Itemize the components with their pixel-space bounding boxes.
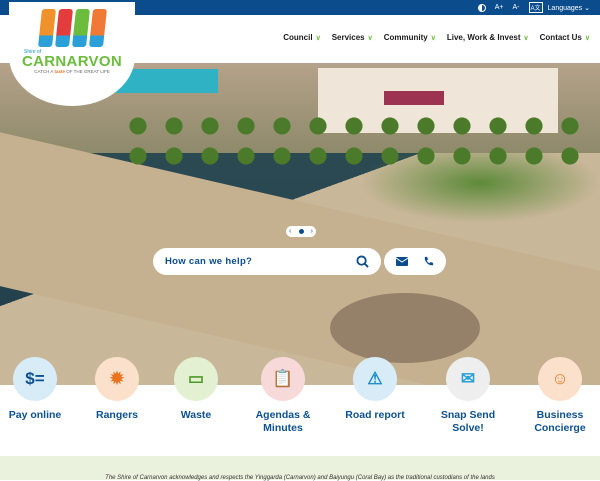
quick-link-glyph: ✹	[109, 369, 125, 388]
quick-link-snap-send-solve[interactable]: ✉ Snap Send Solve!	[428, 357, 508, 435]
nav-services[interactable]: Services ∨	[332, 33, 373, 42]
languages-dropdown[interactable]: Languages ⌄	[548, 4, 590, 12]
search-placeholder: How can we help?	[165, 256, 253, 267]
quick-link-glyph: ✉	[460, 369, 476, 388]
main-nav: Council ∨ Services ∨ Community ∨ Live, Work…	[283, 33, 590, 42]
chevron-down-icon: ∨	[430, 35, 436, 42]
quick-link-icon: ▭	[174, 357, 218, 401]
hero-banner: ‹ › How can we help?	[0, 63, 600, 385]
quick-link-label: Business Concierge	[534, 409, 586, 434]
slider-next-button[interactable]: ›	[311, 228, 313, 235]
nav-council[interactable]: Council ∨	[283, 33, 320, 42]
nav-label: Contact Us	[539, 33, 582, 42]
nav-community[interactable]: Community ∨	[384, 33, 436, 42]
contact-buttons	[384, 248, 446, 275]
nav-label: Community	[383, 33, 428, 42]
quick-link-business-concierge[interactable]: ☺ Business Concierge	[520, 357, 600, 435]
chevron-down-icon: ∨	[367, 35, 373, 42]
nav-label: Services	[331, 33, 365, 42]
hero-photo-shallows	[330, 293, 480, 363]
quick-link-icon: $=	[13, 357, 57, 401]
acknowledgement-text: The Shire of Carnarvon acknowledges and …	[0, 456, 600, 481]
font-increase-button[interactable]: A+	[495, 4, 504, 11]
quick-link-glyph: ⚠	[367, 369, 383, 388]
languages-label: Languages	[547, 4, 583, 12]
phone-icon[interactable]	[423, 256, 434, 267]
quick-link-icon: ☺	[538, 357, 582, 401]
chevron-down-icon: ∨	[584, 35, 590, 42]
site-logo[interactable]: Shire of CARNARVON CATCH A taste OF THE …	[9, 2, 135, 106]
quick-link-glyph: ☺	[551, 369, 569, 388]
logo-graphic	[9, 9, 135, 47]
quick-links: $= Pay online ✹ Rangers ▭ Waste 📋 Agendas & Minu…	[0, 357, 600, 457]
hero-photo-palms	[120, 111, 580, 171]
slider-controls: ‹ ›	[286, 226, 316, 237]
quick-link-label: Pay online	[8, 409, 62, 421]
nav-label: Live, Work & Invest	[446, 33, 521, 42]
slider-prev-button[interactable]: ‹	[289, 228, 291, 235]
search-input[interactable]: How can we help?	[153, 248, 381, 275]
quick-link-icon: ⚠	[353, 357, 397, 401]
quick-link-label: Rangers	[95, 409, 138, 421]
slider-dot-active[interactable]	[298, 229, 304, 234]
search-icon[interactable]	[356, 255, 369, 268]
chevron-down-icon: ∨	[523, 35, 529, 42]
email-icon[interactable]	[395, 256, 408, 267]
quick-link-pay-online[interactable]: $= Pay online	[0, 357, 75, 422]
nav-label: Council	[283, 33, 313, 42]
quick-link-glyph: ▭	[187, 369, 205, 388]
quick-link-label: Road report	[345, 409, 405, 421]
quick-link-label: Agendas & Minutes	[255, 409, 311, 434]
nav-contact-us[interactable]: Contact Us ∨	[540, 33, 590, 42]
quick-link-glyph: 📋	[272, 369, 294, 388]
translate-icon[interactable]: A文	[528, 2, 543, 13]
font-decrease-button[interactable]: A-	[513, 4, 520, 11]
contrast-toggle-icon[interactable]	[477, 3, 486, 12]
quick-link-road-report[interactable]: ⚠ Road report	[335, 357, 415, 422]
quick-link-icon: 📋	[261, 357, 305, 401]
quick-link-icon: ✉	[446, 357, 490, 401]
quick-link-agendas-minutes[interactable]: 📋 Agendas & Minutes	[243, 357, 323, 435]
quick-link-rangers[interactable]: ✹ Rangers	[77, 357, 157, 422]
chevron-down-icon: ∨	[315, 35, 321, 42]
nav-live-work-invest[interactable]: Live, Work & Invest ∨	[447, 33, 529, 42]
hero-photo-balcony	[384, 91, 444, 105]
quick-link-glyph: $=	[25, 369, 45, 388]
quick-link-label: Waste	[180, 409, 212, 421]
logo-name: CARNARVON	[22, 53, 122, 70]
quick-link-waste[interactable]: ▭ Waste	[156, 357, 236, 422]
quick-link-label: Snap Send Solve!	[440, 409, 496, 434]
quick-link-icon: ✹	[95, 357, 139, 401]
